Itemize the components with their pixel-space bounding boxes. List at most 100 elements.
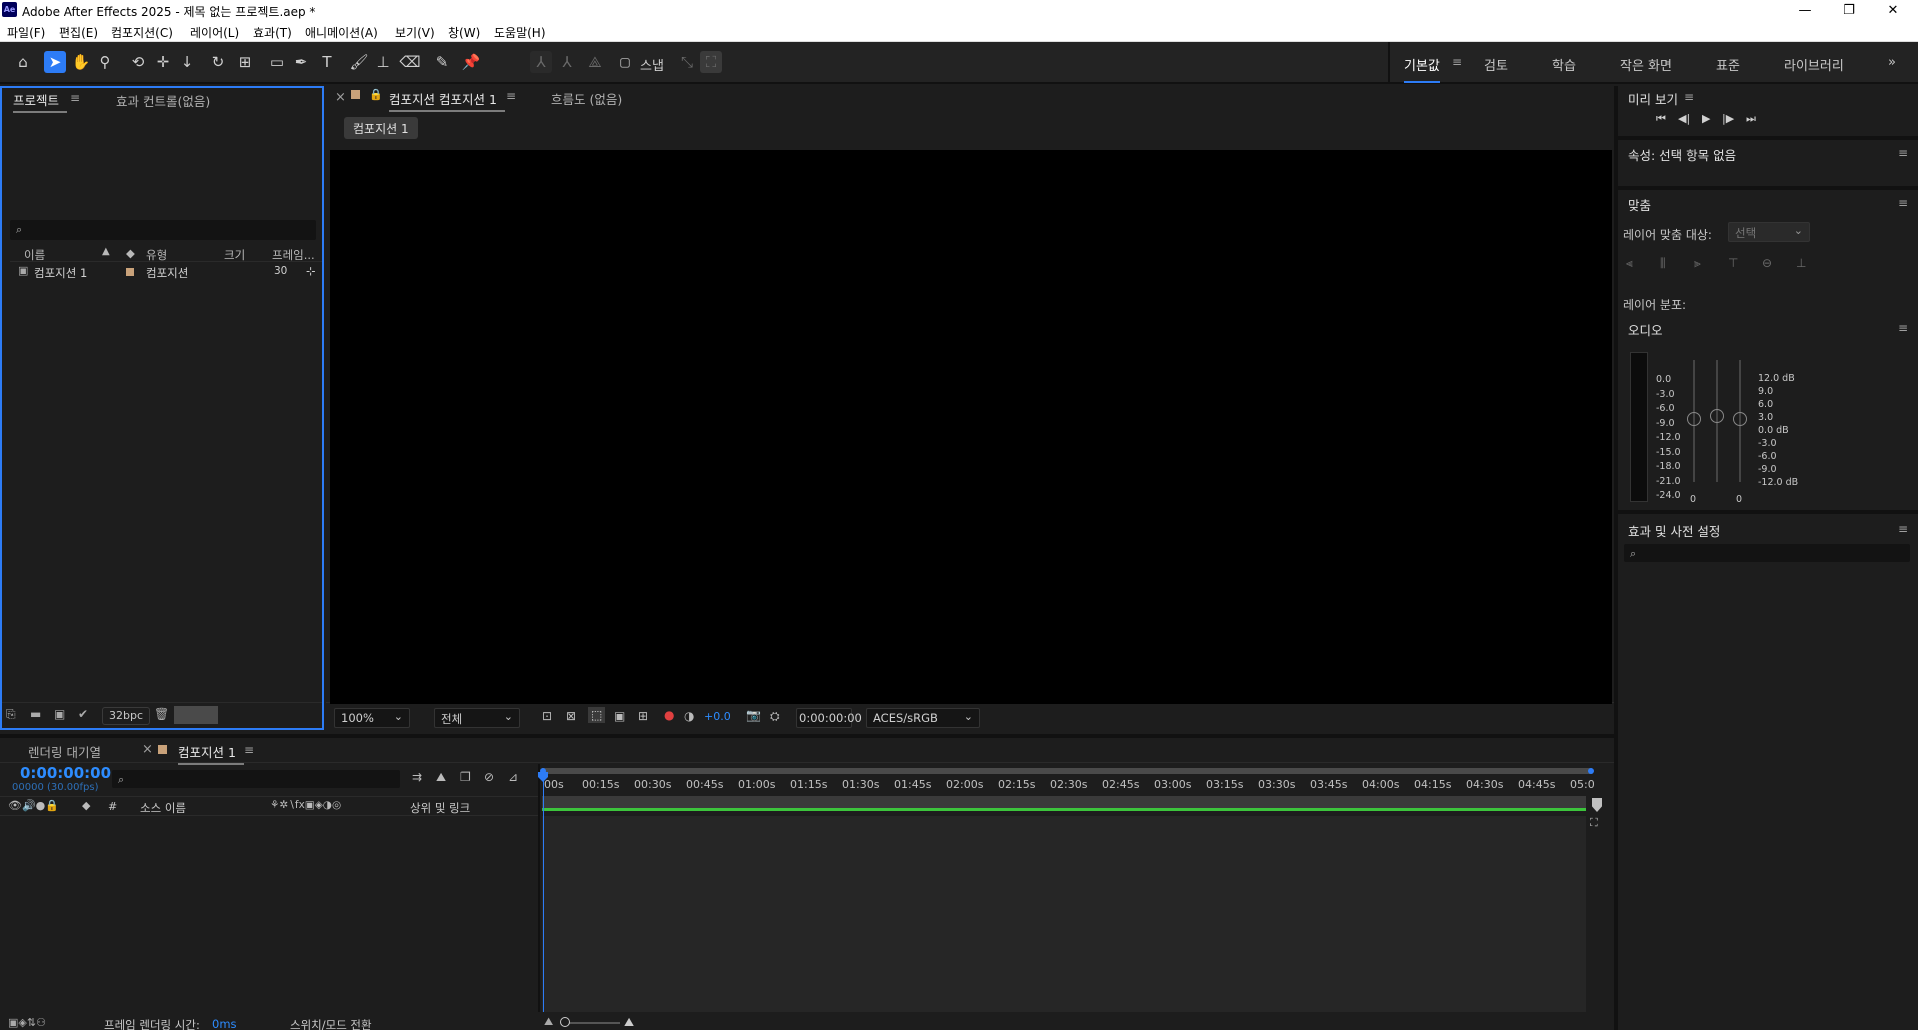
- restore-button[interactable]: ❐: [1826, 0, 1872, 20]
- roto-brush-tool-icon[interactable]: ✎: [431, 51, 453, 73]
- sort-ascending-icon[interactable]: ▲: [102, 246, 110, 257]
- label-tag-icon[interactable]: ◆: [82, 799, 90, 812]
- layer-switches-icons[interactable]: ▣◈⇅⚇: [8, 1016, 46, 1029]
- local-axis-icon[interactable]: ⅄: [530, 51, 552, 73]
- grid-guides-icon[interactable]: ⊞: [638, 709, 648, 723]
- zoom-dropdown[interactable]: 100% ⌄: [334, 708, 410, 728]
- current-time-display[interactable]: 0:00:00:00: [20, 764, 111, 782]
- thumbnail-swatch[interactable]: [174, 706, 218, 724]
- tab-flowchart[interactable]: 흐름도 (없음): [551, 89, 622, 108]
- last-frame-icon[interactable]: ⏭: [1746, 112, 1756, 126]
- menu-view[interactable]: 보기(V): [395, 24, 435, 41]
- puppet-pin-tool-icon[interactable]: 📌: [460, 51, 482, 73]
- preview-menu-icon[interactable]: ≡: [1684, 90, 1694, 104]
- composition-canvas[interactable]: [330, 150, 1612, 704]
- zoom-in-icon[interactable]: ⛰: [624, 1015, 634, 1030]
- menu-effect[interactable]: 효과(T): [253, 24, 292, 41]
- viewer-menu-icon[interactable]: ≡: [506, 89, 516, 103]
- interpret-footage-icon[interactable]: ⎘: [6, 707, 16, 722]
- switches-icons[interactable]: ⚘✲∖fx▣◈◑◎: [270, 799, 341, 811]
- rotation-tool-icon[interactable]: ↻: [207, 51, 229, 73]
- effects-presets-menu-icon[interactable]: ≡: [1898, 522, 1908, 536]
- workspace-small-screen[interactable]: 작은 화면: [1620, 55, 1672, 74]
- snap-checkbox-icon[interactable]: ▢: [614, 51, 636, 73]
- exposure-value[interactable]: +0.0: [704, 710, 731, 723]
- menu-animation[interactable]: 애니메이션(A): [305, 24, 378, 41]
- comp-button-icon[interactable]: ⛶: [1590, 816, 1598, 830]
- align-menu-icon[interactable]: ≡: [1898, 196, 1908, 210]
- tab-effect-controls[interactable]: 효과 컨트롤(없음): [116, 91, 210, 110]
- lock-icon[interactable]: 🔒: [369, 88, 383, 101]
- project-menu-icon[interactable]: ≡: [70, 91, 80, 105]
- effects-search-input[interactable]: ⌕: [1624, 544, 1910, 562]
- dolly-camera-icon[interactable]: ↓: [176, 51, 198, 73]
- tab-render-queue[interactable]: 렌더링 대기열: [28, 742, 101, 761]
- minimize-button[interactable]: —: [1782, 0, 1828, 20]
- align-right-icon[interactable]: ⫸: [1694, 256, 1701, 271]
- zoom-out-icon[interactable]: ⛰: [544, 1015, 553, 1029]
- col-name[interactable]: 이름: [24, 247, 45, 263]
- snapshot-icon[interactable]: 📷: [746, 708, 761, 722]
- composition-breadcrumb[interactable]: 컴포지션 1: [344, 117, 418, 139]
- workspace-review[interactable]: 검토: [1484, 55, 1508, 74]
- time-navigator-bar[interactable]: [542, 796, 1586, 808]
- selection-tool-icon[interactable]: ➤: [44, 51, 66, 73]
- fast-preview-icon[interactable]: ⊡: [542, 709, 552, 723]
- menu-layer[interactable]: 레이어(L): [190, 24, 239, 41]
- color-space-dropdown[interactable]: ACES/sRGB ⌄: [866, 708, 980, 728]
- align-top-icon[interactable]: ⊤: [1728, 256, 1738, 270]
- col-parent-link[interactable]: 상위 및 링크: [410, 800, 470, 816]
- work-area-bar[interactable]: [542, 768, 1592, 774]
- list-item[interactable]: ▣ 컴포지션 1 컴포지션 30 ⊹: [10, 264, 322, 280]
- timeline-track-area[interactable]: [542, 816, 1586, 1030]
- pan-camera-icon[interactable]: ✛: [152, 51, 174, 73]
- label-color-swatch[interactable]: [126, 268, 134, 276]
- play-icon[interactable]: ▶: [1702, 112, 1710, 125]
- workspace-standard[interactable]: 표준: [1716, 55, 1740, 74]
- col-type[interactable]: 유형: [146, 247, 167, 263]
- rectangle-tool-icon[interactable]: ▭: [266, 51, 288, 73]
- audio-menu-icon[interactable]: ≡: [1898, 321, 1908, 335]
- view-axis-icon[interactable]: ⟁: [584, 51, 606, 73]
- previous-frame-icon[interactable]: ◀|: [1678, 112, 1690, 125]
- tab-timeline-composition[interactable]: 컴포지션 1: [178, 742, 244, 765]
- draft-3d-icon[interactable]: ⛰: [436, 770, 446, 785]
- hide-shy-layers-icon[interactable]: ❐: [460, 770, 471, 784]
- trash-icon[interactable]: 🗑: [154, 707, 169, 721]
- more-workspaces-icon[interactable]: »: [1888, 55, 1896, 70]
- new-composition-icon[interactable]: ▣: [54, 707, 65, 721]
- eraser-tool-icon[interactable]: ⌫: [399, 51, 421, 73]
- zoom-tool-icon[interactable]: ⚲: [94, 51, 116, 73]
- reset-exposure-icon[interactable]: ◑: [684, 709, 694, 723]
- composition-mini-flowchart-icon[interactable]: ⇉: [412, 770, 422, 784]
- channel-icon[interactable]: ●: [664, 708, 674, 722]
- viewer-timecode[interactable]: 0:00:00:00: [796, 708, 862, 728]
- audio-left-slider-knob[interactable]: [1687, 412, 1701, 426]
- time-ruler[interactable]: 00s 00:15s 00:30s 00:45s 01:00s 01:15s 01:30s 0…: [542, 776, 1595, 794]
- brush-tool-icon[interactable]: 🖌: [348, 51, 370, 73]
- col-source-name[interactable]: 소스 이름: [140, 800, 186, 816]
- anchor-point-tool-icon[interactable]: ⊞: [234, 51, 256, 73]
- flowchart-icon[interactable]: ⊹: [306, 264, 316, 278]
- mask-visibility-icon[interactable]: ⬚: [588, 707, 606, 723]
- comp-marker-bin-icon[interactable]: [1592, 798, 1602, 812]
- align-to-dropdown[interactable]: 선택 ⌄: [1728, 222, 1810, 242]
- home-icon[interactable]: ⌂: [12, 51, 34, 73]
- menu-help[interactable]: 도움말(H): [494, 24, 546, 41]
- orbit-camera-icon[interactable]: ⟲: [127, 51, 149, 73]
- first-frame-icon[interactable]: ⏮: [1656, 112, 1666, 126]
- zoom-slider-knob[interactable]: [560, 1017, 570, 1027]
- zoom-slider[interactable]: [562, 1022, 620, 1024]
- menu-edit[interactable]: 편집(E): [59, 24, 98, 41]
- work-area-end-handle[interactable]: [1588, 768, 1594, 774]
- clone-stamp-tool-icon[interactable]: ⊥: [372, 51, 394, 73]
- workspace-libraries[interactable]: 라이브러리: [1784, 55, 1844, 74]
- tab-composition[interactable]: 컴포지션 컴포지션 1: [389, 89, 505, 112]
- adjust-settings-icon[interactable]: ✔: [78, 707, 88, 721]
- type-tool-icon[interactable]: T: [316, 51, 338, 73]
- close-button[interactable]: ✕: [1870, 0, 1916, 20]
- workspace-learn[interactable]: 학습: [1552, 55, 1576, 74]
- workspace-menu-icon[interactable]: ≡: [1452, 55, 1462, 69]
- align-vertical-center-icon[interactable]: ⊖: [1762, 256, 1772, 270]
- transparency-grid-icon[interactable]: ⊠: [566, 709, 576, 723]
